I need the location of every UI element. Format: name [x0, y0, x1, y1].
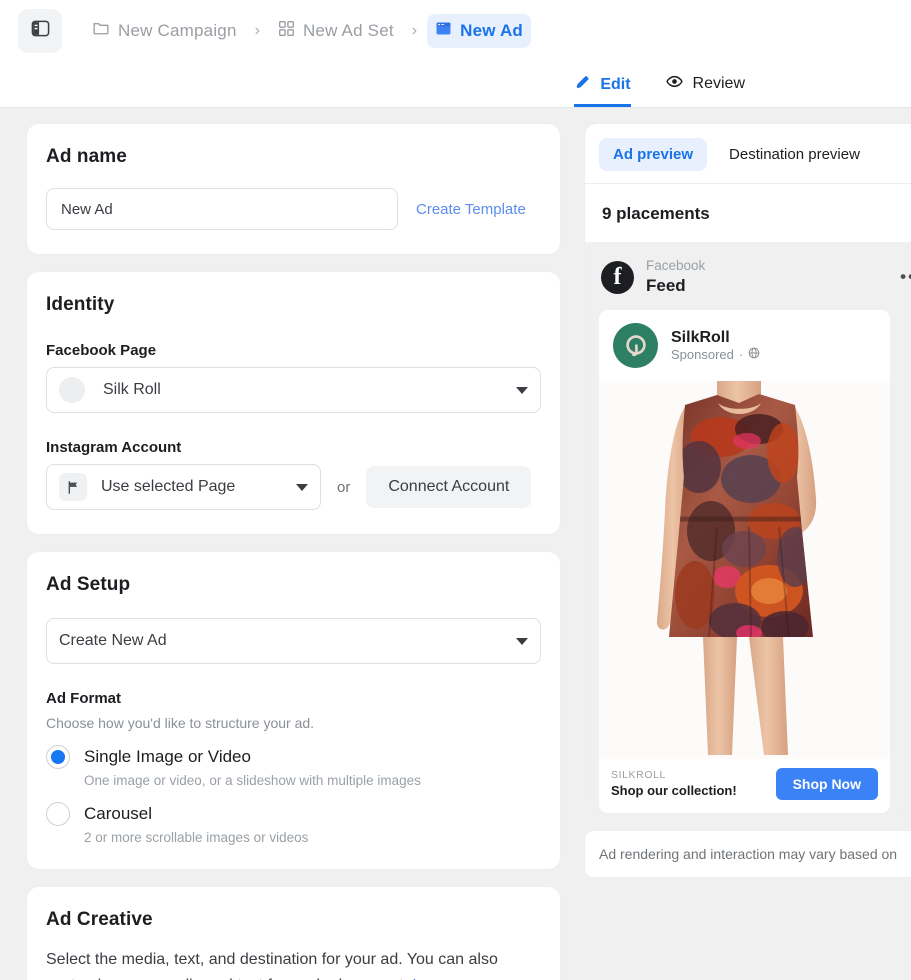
or-label: or	[337, 478, 351, 496]
pencil-icon	[574, 74, 591, 96]
ad-name-input[interactable]	[46, 188, 398, 230]
tab-edit[interactable]: Edit	[574, 74, 631, 107]
ad-name-card: Ad name Create Template	[26, 123, 561, 255]
preview-card: Ad preview Destination preview 9 placeme…	[584, 123, 911, 815]
radio-desc-single-image: One image or video, or a slideshow with …	[84, 773, 421, 788]
ad-post-headline: Shop our collection!	[611, 782, 737, 798]
radio-carousel[interactable]	[46, 802, 70, 826]
breadcrumb-item-ad[interactable]: New Ad	[427, 13, 532, 48]
radio-row-single-image[interactable]: Single Image or Video	[46, 745, 541, 769]
breadcrumb: New Campaign › New Ad Set › New Ad	[84, 13, 532, 48]
ad-post-sponsored-label: Sponsored	[671, 346, 734, 362]
facebook-icon: f	[601, 260, 634, 294]
tab-ad-preview[interactable]: Ad preview	[599, 138, 708, 171]
radio-row-carousel[interactable]: Carousel	[46, 802, 541, 826]
connect-account-button[interactable]: Connect Account	[366, 466, 532, 508]
tab-edit-label: Edit	[600, 76, 631, 93]
avatar	[613, 323, 658, 369]
ad-setup-title: Ad Setup	[46, 574, 131, 595]
instagram-account-value: Use selected Page	[101, 478, 236, 495]
breadcrumb-item-adset[interactable]: New Ad Set	[270, 14, 402, 48]
shop-now-button[interactable]: Shop Now	[775, 768, 878, 801]
placements-count: 9 placements	[585, 184, 911, 242]
create-template-link[interactable]: Create Template	[416, 201, 526, 218]
ad-post-brand-meta: SilkRoll Sponsored ·	[671, 328, 760, 364]
breadcrumb-separator-2: ›	[411, 21, 418, 39]
ad-preview-post: SilkRoll Sponsored · SILKROLL Shop our c…	[599, 310, 890, 814]
ad-name-title: Ad name	[46, 146, 127, 167]
preview-tabs: Ad preview Destination preview	[585, 124, 911, 184]
floral-dress-photo	[599, 381, 890, 760]
radio-label-carousel: Carousel	[84, 804, 153, 823]
chevron-down-icon	[516, 386, 528, 394]
ad-creative-card: Ad Creative Select the media, text, and …	[26, 886, 561, 980]
tab-review[interactable]: Review	[665, 72, 745, 107]
top-bar: New Campaign › New Ad Set › New Ad	[0, 0, 911, 61]
learn-more-link[interactable]: Learn more	[412, 977, 494, 980]
ad-post-footer: SILKROLL Shop our collection! Shop Now	[599, 759, 890, 813]
breadcrumb-separator-1: ›	[254, 21, 260, 39]
ad-post-sponsored-row: Sponsored ·	[671, 347, 760, 364]
ad-format-help: Choose how you'd like to structure your …	[46, 715, 315, 731]
ad-post-kicker: SILKROLL	[611, 768, 666, 781]
ad-name-row: Create Template	[46, 188, 541, 230]
preview-body: f Facebook Feed ••• SilkRoll	[585, 242, 911, 814]
chevron-down-icon	[296, 483, 308, 491]
tab-destination-preview[interactable]: Destination preview	[715, 138, 874, 171]
edit-form-column: Ad name Create Template Identity Faceboo…	[0, 108, 578, 980]
page-avatar	[59, 377, 85, 403]
window-icon	[435, 20, 452, 42]
grid-icon	[278, 20, 295, 42]
breadcrumb-item-campaign[interactable]: New Campaign	[84, 13, 245, 48]
facebook-page-value: Silk Roll	[103, 381, 161, 398]
breadcrumb-label-adset: New Ad Set	[302, 20, 394, 40]
sidebar-panel-icon	[31, 19, 50, 43]
chevron-down-icon	[516, 637, 528, 645]
preview-disclaimer: Ad rendering and interaction may vary ba…	[584, 830, 911, 879]
ad-creative-title: Ad Creative	[46, 909, 153, 930]
identity-title: Identity	[46, 294, 115, 315]
flag-icon	[59, 473, 87, 501]
ad-post-header: SilkRoll Sponsored ·	[599, 310, 890, 381]
instagram-account-label: Instagram Account	[46, 439, 182, 456]
placement-surface: Feed	[646, 275, 686, 295]
radio-single-image[interactable]	[46, 745, 70, 769]
breadcrumb-label-ad: New Ad	[460, 20, 524, 40]
facebook-page-select[interactable]: Silk Roll	[46, 367, 541, 413]
instagram-account-select[interactable]: Use selected Page	[46, 464, 321, 510]
dot-separator: ·	[738, 346, 744, 362]
ad-creative-description-wrap: Select the media, text, and destination …	[46, 947, 541, 980]
radio-desc-carousel: 2 or more scrollable images or videos	[84, 830, 309, 845]
ad-setup-mode-select[interactable]: Create New Ad	[46, 618, 541, 664]
facebook-page-label: Facebook Page	[46, 342, 157, 359]
placement-platform: Facebook	[646, 258, 706, 273]
folder-icon	[92, 19, 110, 42]
ad-creative-image	[599, 381, 890, 760]
sidebar-toggle-button[interactable]	[18, 8, 62, 53]
identity-card: Identity Facebook Page Silk Roll Instagr…	[26, 271, 561, 535]
tab-review-label: Review	[692, 75, 745, 92]
globe-icon	[748, 347, 760, 364]
ad-post-brand-name: SilkRoll	[671, 328, 730, 346]
instagram-account-row: Use selected Page or Connect Account	[46, 464, 541, 510]
placement-header: f Facebook Feed •••	[599, 256, 911, 310]
more-horizontal-icon[interactable]: •••	[900, 267, 911, 287]
eye-icon	[665, 72, 684, 96]
ad-format-label: Ad Format	[46, 690, 121, 707]
placement-meta: Facebook Feed	[646, 258, 705, 296]
view-tabs: Edit Review	[0, 61, 911, 108]
preview-column: Ad preview Destination preview 9 placeme…	[578, 108, 911, 980]
breadcrumb-label-campaign: New Campaign	[118, 20, 237, 40]
radio-label-single-image: Single Image or Video	[84, 747, 251, 766]
ad-setup-mode-value: Create New Ad	[59, 632, 167, 649]
ad-setup-card: Ad Setup Create New Ad Ad Format Choose …	[26, 551, 561, 870]
ad-post-footer-text: SILKROLL Shop our collection!	[611, 769, 737, 800]
